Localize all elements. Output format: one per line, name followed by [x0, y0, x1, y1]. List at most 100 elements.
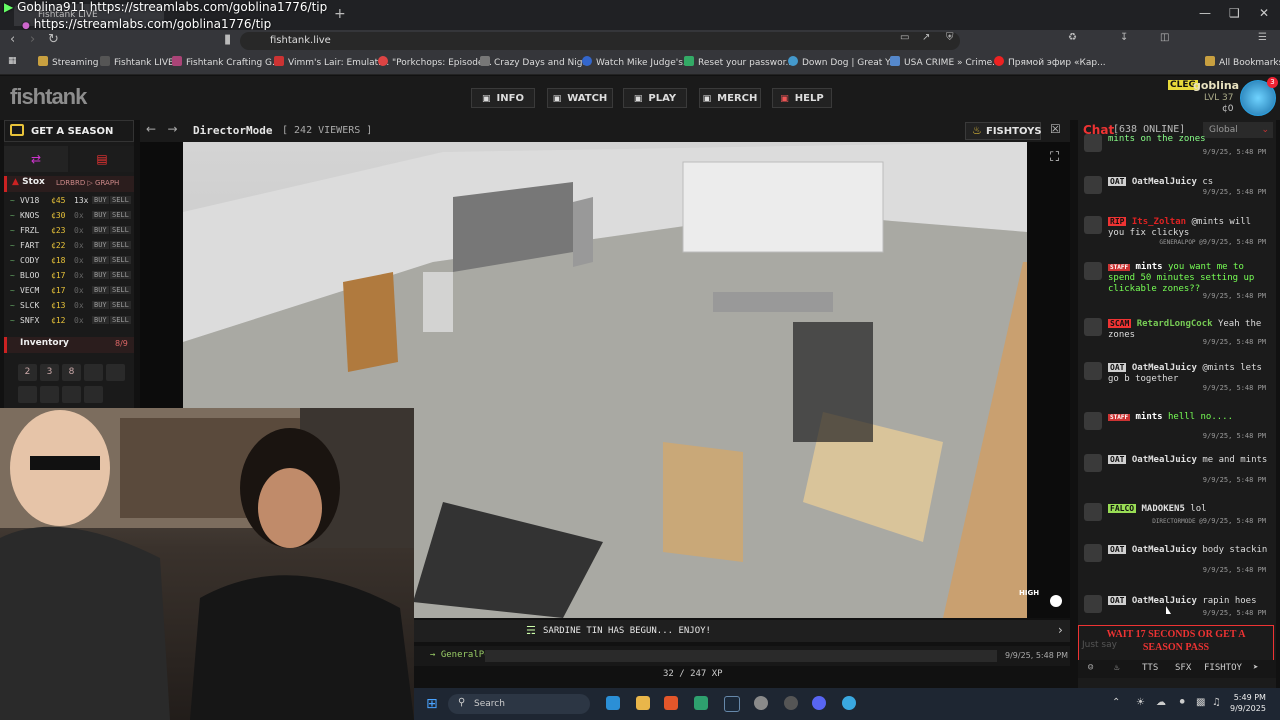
buy-button[interactable]: BUY — [92, 226, 109, 234]
volume-icon[interactable]: ♫ — [1212, 697, 1221, 708]
inventory-slot[interactable] — [84, 386, 103, 403]
sell-button[interactable]: SELL — [110, 226, 131, 234]
inventory-slot[interactable] — [106, 364, 125, 381]
chat-username[interactable]: OatMealJuicy — [1132, 596, 1197, 606]
back-icon[interactable]: ‹ — [10, 32, 15, 47]
sell-button[interactable]: SELL — [110, 301, 131, 309]
fishtoy-button[interactable]: FISHTOY — [1204, 663, 1242, 673]
discord-icon[interactable] — [812, 696, 826, 710]
chat-username[interactable]: mints — [1135, 412, 1162, 422]
settings-gear-icon[interactable] — [754, 696, 768, 710]
bookmark-item[interactable]: Watch Mike Judge's... — [582, 56, 692, 68]
bookmark-icon[interactable]: ▮ — [224, 32, 231, 47]
buy-button[interactable]: BUY — [92, 286, 109, 294]
chat-avatar[interactable] — [1084, 544, 1102, 562]
send-icon[interactable]: ➤ — [1253, 663, 1258, 673]
apps-grid-icon[interactable]: ▦ — [8, 56, 17, 66]
buy-button[interactable]: BUY — [92, 301, 109, 309]
watch-button[interactable]: ▣ WATCH — [547, 88, 613, 108]
mic-icon[interactable]: ⚫ — [1178, 697, 1186, 708]
chat-avatar[interactable] — [1084, 216, 1102, 234]
tray-app-icon[interactable]: ☀ — [1136, 697, 1145, 708]
bookmark-item[interactable]: Down Dog | Great Y... — [788, 56, 897, 68]
help-button[interactable]: ▣ HELP — [772, 88, 832, 108]
buy-button[interactable]: BUY — [92, 271, 109, 279]
chat-avatar[interactable] — [1084, 362, 1102, 380]
inventory-slot[interactable]: 8 — [62, 364, 81, 381]
sell-button[interactable]: SELL — [110, 196, 131, 204]
inventory-slot[interactable] — [84, 364, 103, 381]
chat-avatar[interactable] — [1084, 176, 1102, 194]
buy-button[interactable]: BUY — [92, 196, 109, 204]
fishtank-logo[interactable]: fishtank — [10, 84, 87, 110]
share-icon[interactable]: ↗ — [922, 32, 930, 43]
taskbar-clock[interactable]: 5:49 PM 9/9/2025 — [1230, 692, 1266, 714]
sfx-button[interactable]: SFX — [1175, 663, 1191, 673]
network-icon[interactable]: ▩ — [1196, 697, 1205, 708]
bookmark-item[interactable]: Прямой эфир «Кар... — [994, 56, 1106, 68]
chat-username[interactable]: MADOKEN5 — [1142, 504, 1185, 514]
copilot-icon[interactable] — [606, 696, 620, 710]
buy-button[interactable]: BUY — [92, 211, 109, 219]
chat-avatar[interactable] — [1084, 503, 1102, 521]
bookmark-item[interactable]: USA CRIME » Crime... — [890, 56, 1001, 68]
chat-username[interactable]: Its_Zoltan — [1132, 217, 1186, 227]
chat-username[interactable]: OatMealJuicy — [1132, 363, 1197, 373]
inventory-slot[interactable]: 2 — [18, 364, 37, 381]
close-window-icon[interactable]: ✕ — [1259, 6, 1269, 20]
chat-avatar[interactable] — [1084, 318, 1102, 336]
chat-avatar[interactable] — [1084, 595, 1102, 613]
file-explorer-icon[interactable] — [636, 696, 650, 710]
chat-username[interactable]: OatMealJuicy — [1132, 545, 1197, 555]
extensions-icon[interactable]: ♻ — [1068, 32, 1077, 43]
bookmark-item[interactable]: Reset your passwor... — [684, 56, 794, 68]
url-field[interactable]: fishtank.live — [240, 32, 960, 50]
bookmark-item[interactable]: Fishtank LIVE — [100, 56, 174, 68]
windows-start-icon[interactable]: ⊞ — [426, 696, 438, 712]
buy-button[interactable]: BUY — [92, 241, 109, 249]
inventory-slot[interactable] — [62, 386, 81, 403]
bookmark-item[interactable]: "Porkchops: Episode... — [378, 56, 492, 68]
play-button[interactable]: ▣ PLAY — [623, 88, 687, 108]
info-button[interactable]: ▣ INFO — [471, 88, 535, 108]
buy-button[interactable]: BUY — [92, 316, 109, 324]
taskbar-search[interactable]: Search — [448, 694, 590, 714]
menu-icon[interactable]: ☰ — [1258, 32, 1267, 43]
bookmark-item[interactable]: Fishtank Crafting G... — [172, 56, 281, 68]
buy-button[interactable]: BUY — [92, 256, 109, 264]
inventory-slot[interactable] — [40, 386, 59, 403]
sell-button[interactable]: SELL — [110, 241, 131, 249]
record-dot-icon[interactable] — [1050, 595, 1062, 607]
chat-avatar[interactable] — [1084, 262, 1102, 280]
brave-icon[interactable] — [664, 696, 678, 710]
app-icon[interactable] — [784, 696, 798, 710]
sell-button[interactable]: SELL — [110, 211, 131, 219]
notepad-icon[interactable] — [694, 696, 708, 710]
tray-chevron-icon[interactable]: ⌃ — [1112, 697, 1120, 708]
cast-icon[interactable]: ▭ — [900, 32, 909, 43]
chat-avatar[interactable] — [1084, 134, 1102, 152]
download-icon[interactable]: ↧ — [1120, 32, 1128, 43]
sell-button[interactable]: SELL — [110, 286, 131, 294]
stox-links[interactable]: LDRBRD ▷ GRAPH — [56, 179, 119, 187]
tts-button[interactable]: TTS — [1142, 663, 1158, 673]
steam-icon[interactable] — [724, 696, 740, 712]
maximize-icon[interactable]: ❑ — [1229, 6, 1240, 20]
chat-fish-icon[interactable]: ♨ — [1114, 663, 1119, 673]
announcement-next-icon[interactable]: › — [1058, 623, 1063, 637]
close-icon[interactable]: ☒ — [1050, 122, 1061, 136]
stream-nav-arrows[interactable]: ← → — [146, 122, 178, 136]
quality-label[interactable]: HIGH — [1019, 589, 1039, 597]
merch-button[interactable]: ▣ MERCH — [699, 88, 761, 108]
sell-button[interactable]: SELL — [110, 256, 131, 264]
chat-username[interactable]: mints — [1135, 262, 1162, 272]
shield-icon[interactable]: ⛨ — [946, 32, 954, 43]
tab-shop[interactable]: ▤ — [70, 146, 134, 172]
cloud-icon[interactable]: ☁ — [1156, 697, 1166, 708]
new-tab-plus-icon[interactable]: + — [334, 6, 346, 22]
user-name[interactable]: goblina — [1193, 79, 1239, 92]
bookmark-item[interactable]: Crazy Days and Nig... — [480, 56, 591, 68]
sell-button[interactable]: SELL — [110, 271, 131, 279]
chat-avatar[interactable] — [1084, 454, 1102, 472]
bookmark-item[interactable]: Streaming — [38, 56, 98, 68]
